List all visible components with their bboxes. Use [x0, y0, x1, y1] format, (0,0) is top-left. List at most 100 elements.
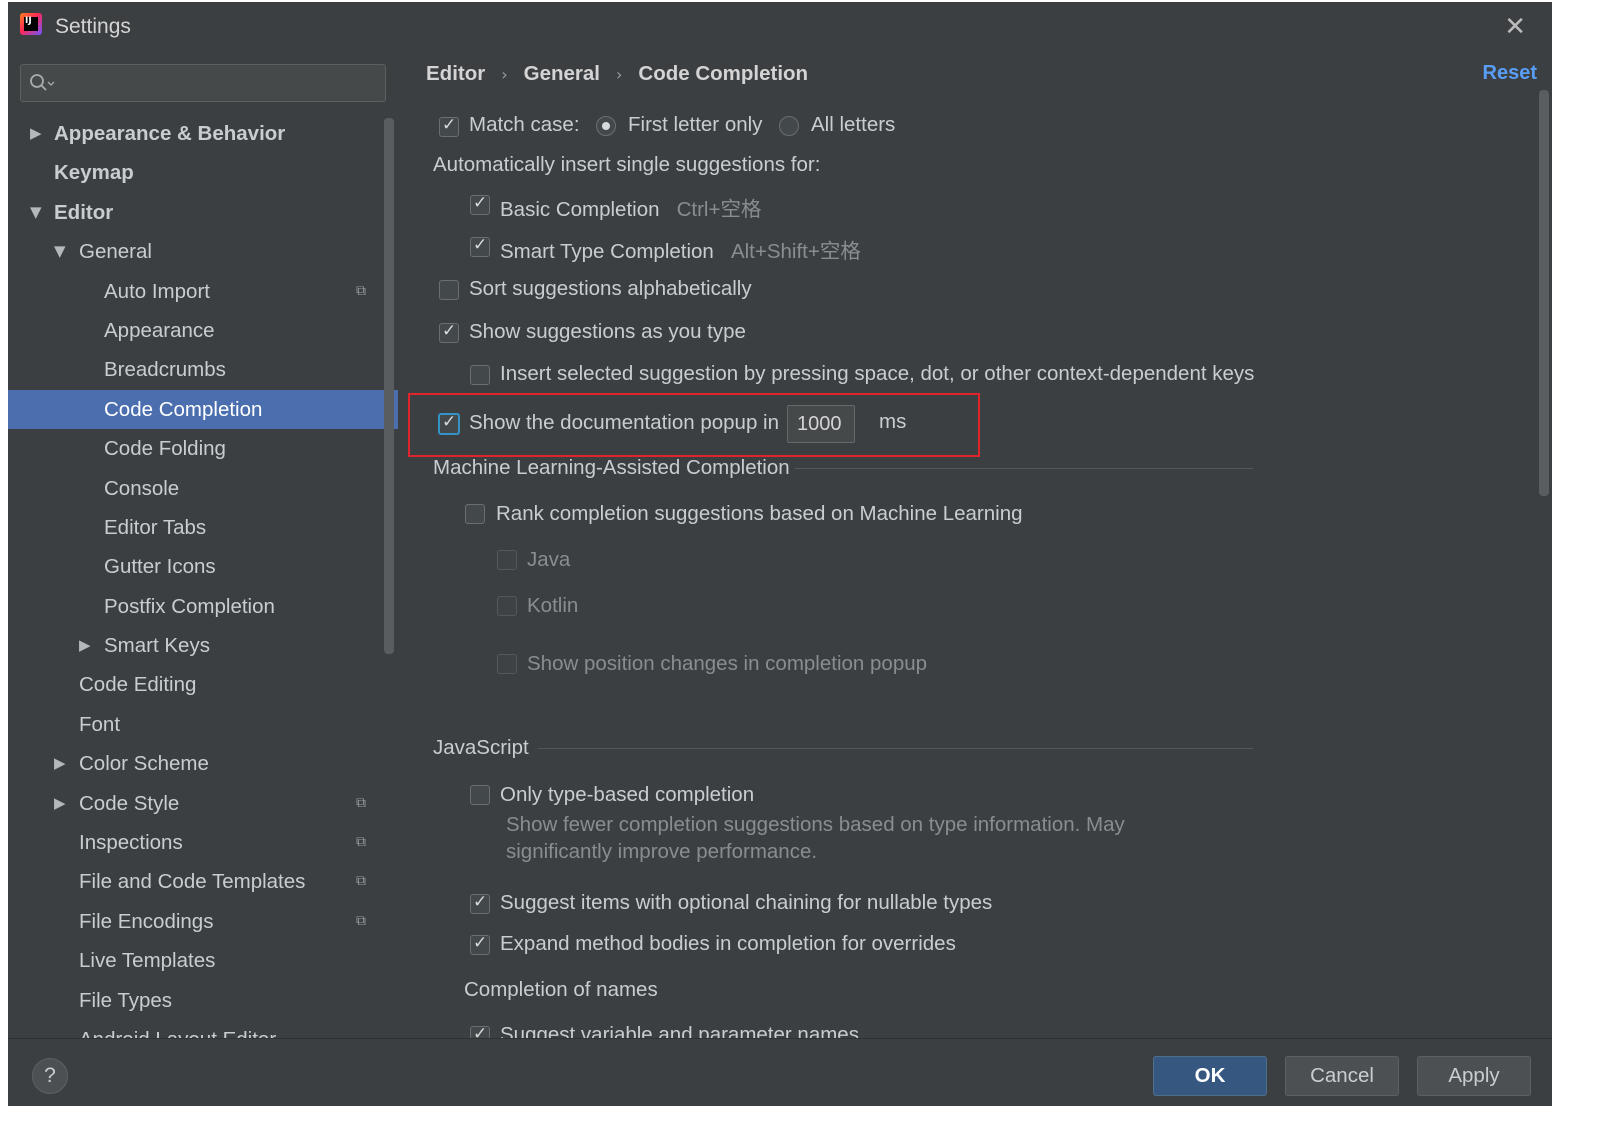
tree-item-smart-keys[interactable]: ▶ Smart Keys — [8, 626, 398, 665]
intellij-logo-icon: IJ — [20, 13, 42, 35]
tree-item-breadcrumbs[interactable]: Breadcrumbs — [8, 350, 398, 389]
close-icon[interactable]: ✕ — [1504, 12, 1526, 42]
breadcrumb-item: Code Completion — [638, 62, 809, 85]
project-settings-icon: ⧉ — [356, 912, 366, 929]
breadcrumb-item[interactable]: General — [524, 62, 600, 85]
expand-arrow-icon[interactable]: ▶ — [54, 744, 66, 783]
tree-item-editor[interactable]: ▼ Editor — [8, 193, 398, 232]
tree-item-appearance-behavior[interactable]: ▶ Appearance & Behavior — [8, 114, 398, 153]
tree-item-label: Console — [104, 476, 180, 500]
tree-item-label: Code Style — [79, 791, 180, 815]
ml-rank-label: Rank completion suggestions based on Mac… — [496, 502, 1023, 525]
tree-item-label: Postfix Completion — [104, 594, 275, 618]
tree-item-font[interactable]: Font — [8, 705, 398, 744]
first-letter-label: First letter only — [628, 113, 763, 136]
section-divider — [795, 468, 1253, 469]
all-letters-radio[interactable] — [779, 116, 799, 136]
doc-popup-checkbox[interactable] — [438, 412, 460, 435]
ml-kotlin-checkbox[interactable] — [497, 596, 517, 616]
insert-selected-label: Insert selected suggestion by pressing s… — [500, 362, 1255, 385]
suggest-variable-names-label: Suggest variable and parameter names — [500, 1023, 859, 1038]
tree-item-general[interactable]: ▼ General — [8, 232, 398, 271]
tree-item-color-scheme[interactable]: ▶ Color Scheme — [8, 744, 398, 783]
apply-button[interactable]: Apply — [1417, 1056, 1531, 1096]
tree-item-keymap[interactable]: Keymap — [8, 153, 398, 192]
tree-item-label: Appearance & Behavior — [54, 122, 286, 145]
search-input[interactable] — [20, 64, 386, 102]
ml-show-position-checkbox[interactable] — [497, 654, 517, 674]
tree-item-file-types[interactable]: File Types — [8, 981, 398, 1020]
tree-item-label: Android Layout Editor — [79, 1020, 276, 1038]
tree-item-inspections[interactable]: Inspections ⧉ — [8, 823, 398, 862]
section-divider — [538, 748, 1253, 749]
ok-button[interactable]: OK — [1153, 1056, 1267, 1096]
tree-item-code-style[interactable]: ▶ Code Style ⧉ — [8, 784, 398, 823]
tree-item-code-folding[interactable]: Code Folding — [8, 429, 398, 468]
tree-item-gutter-icons[interactable]: Gutter Icons — [8, 547, 398, 586]
ml-kotlin-label: Kotlin — [527, 594, 579, 617]
match-case-label: Match case: — [469, 113, 580, 136]
tree-item-live-templates[interactable]: Live Templates — [8, 941, 398, 980]
tree-item-label: Code Editing — [79, 673, 197, 697]
smart-type-completion-checkbox[interactable] — [470, 235, 490, 257]
doc-popup-delay-input[interactable]: 1000 — [787, 405, 855, 443]
tree-item-label: Code Completion — [104, 397, 263, 421]
sort-alpha-label: Sort suggestions alphabetically — [469, 277, 752, 300]
tree-item-appearance[interactable]: Appearance — [8, 311, 398, 350]
tree-item-android-layout-editor[interactable]: Android Layout Editor — [8, 1020, 398, 1038]
tree-item-label: File Types — [79, 988, 173, 1012]
tree-item-editor-tabs[interactable]: Editor Tabs — [8, 508, 398, 547]
ml-java-checkbox[interactable] — [497, 550, 517, 570]
show-as-type-label: Show suggestions as you type — [469, 320, 746, 343]
expand-arrow-icon[interactable]: ▶ — [79, 626, 91, 665]
tree-item-postfix-completion[interactable]: Postfix Completion — [8, 587, 398, 626]
tree-item-auto-import[interactable]: Auto Import ⧉ — [8, 272, 398, 311]
doc-popup-label: Show the documentation popup in — [469, 411, 780, 434]
show-as-type-checkbox[interactable] — [439, 321, 459, 343]
tree-item-label: Editor — [54, 200, 114, 224]
auto-insert-heading: Automatically insert single suggestions … — [433, 153, 821, 176]
settings-tree: ▶ Appearance & Behavior Keymap ▼ Editor … — [8, 114, 398, 1038]
tree-item-label: Font — [79, 712, 121, 736]
js-only-type-checkbox[interactable] — [470, 785, 490, 805]
ml-rank-checkbox[interactable] — [465, 504, 485, 524]
cancel-button[interactable]: Cancel — [1285, 1056, 1399, 1096]
tree-item-console[interactable]: Console — [8, 469, 398, 508]
completion-of-names-heading: Completion of names — [464, 978, 658, 1001]
breadcrumb: Editor › General › Code Completion — [426, 62, 808, 86]
tree-item-label: Gutter Icons — [104, 555, 216, 579]
basic-completion-label: Basic Completion Ctrl+空格 — [500, 198, 762, 221]
tree-item-code-completion[interactable]: Code Completion — [8, 389, 398, 430]
project-settings-icon: ⧉ — [356, 834, 366, 851]
tree-item-label: Breadcrumbs — [104, 358, 226, 382]
tree-item-label: Code Folding — [104, 437, 226, 461]
collapse-arrow-icon[interactable]: ▼ — [54, 232, 66, 271]
suggest-variable-names-checkbox[interactable] — [470, 1024, 490, 1038]
title-bar: IJ Settings ✕ — [8, 2, 1552, 48]
js-expand-method-checkbox[interactable] — [470, 933, 490, 955]
help-button[interactable]: ? — [32, 1058, 68, 1094]
js-expand-method-label: Expand method bodies in completion for o… — [500, 932, 956, 955]
tree-item-label: Editor Tabs — [104, 515, 207, 539]
basic-completion-checkbox[interactable] — [470, 193, 490, 215]
sidebar-scrollbar[interactable] — [384, 118, 394, 654]
expand-arrow-icon[interactable]: ▶ — [30, 114, 42, 153]
expand-arrow-icon[interactable]: ▶ — [54, 784, 66, 823]
first-letter-radio[interactable] — [596, 116, 616, 136]
insert-selected-checkbox[interactable] — [470, 365, 490, 385]
tree-item-file-code-templates[interactable]: File and Code Templates ⧉ — [8, 862, 398, 901]
settings-content: Editor › General › Code Completion Reset Mat… — [406, 48, 1552, 1038]
breadcrumb-item[interactable]: Editor — [426, 62, 485, 85]
tree-item-label: Inspections — [79, 831, 183, 855]
tree-item-file-encodings[interactable]: File Encodings ⧉ — [8, 902, 398, 941]
js-only-type-label: Only type-based completion — [500, 783, 755, 806]
reset-link[interactable]: Reset — [1483, 62, 1537, 85]
tree-item-code-editing[interactable]: Code Editing — [8, 665, 398, 704]
sort-alpha-checkbox[interactable] — [439, 280, 459, 300]
collapse-arrow-icon[interactable]: ▼ — [30, 193, 42, 232]
match-case-checkbox[interactable] — [439, 115, 459, 137]
all-letters-label: All letters — [811, 113, 896, 136]
content-scrollbar[interactable] — [1539, 90, 1549, 496]
js-optional-chaining-checkbox[interactable] — [470, 892, 490, 914]
ml-java-label: Java — [527, 548, 571, 571]
